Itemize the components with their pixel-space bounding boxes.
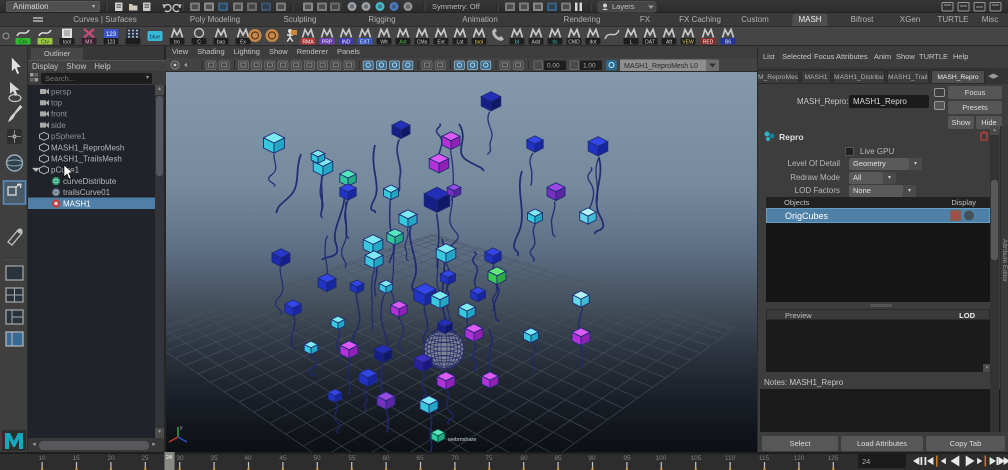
- svg-text:tls: tls: [553, 40, 559, 46]
- svg-text:90: 90: [588, 455, 596, 462]
- svg-text:Crv: Crv: [19, 40, 27, 46]
- svg-text:30: 30: [176, 455, 184, 462]
- svg-text:front: front: [51, 110, 68, 119]
- svg-text:35: 35: [210, 455, 218, 462]
- svg-text:B6: B6: [725, 40, 731, 46]
- svg-text:100: 100: [656, 455, 667, 462]
- svg-text:L: L: [630, 40, 633, 46]
- svg-text:120: 120: [794, 455, 805, 462]
- svg-text:webmshare: webmshare: [447, 437, 476, 443]
- svg-text:50: 50: [313, 455, 321, 462]
- svg-text:115: 115: [759, 455, 770, 462]
- svg-text:40: 40: [244, 455, 252, 462]
- svg-text:bao: bao: [217, 40, 226, 46]
- svg-text:85: 85: [554, 455, 562, 462]
- svg-text:tool: tool: [475, 40, 483, 46]
- svg-text:tool: tool: [63, 40, 71, 46]
- svg-text:24: 24: [862, 457, 870, 466]
- svg-text:Wlt: Wlt: [380, 40, 388, 46]
- svg-text:VEW: VEW: [682, 40, 694, 46]
- svg-text:25: 25: [141, 455, 149, 462]
- svg-text:24: 24: [166, 455, 172, 461]
- svg-text:10: 10: [38, 455, 46, 462]
- svg-text:20: 20: [107, 455, 115, 462]
- svg-text:Ext: Ext: [437, 40, 445, 46]
- svg-text:blue: blue: [150, 35, 160, 41]
- svg-text:75: 75: [485, 455, 493, 462]
- svg-text:Symmetry: Off: Symmetry: Off: [432, 2, 481, 11]
- svg-text:bl: bl: [515, 40, 519, 46]
- svg-text:105: 105: [691, 455, 702, 462]
- svg-text:Ex: Ex: [240, 40, 246, 46]
- svg-text:123: 123: [107, 40, 116, 46]
- svg-text:0.00: 0.00: [547, 63, 560, 70]
- svg-text:Crv: Crv: [41, 40, 49, 46]
- svg-text:side: side: [51, 121, 66, 130]
- svg-text:dot: dot: [590, 40, 598, 46]
- svg-text:CMD: CMD: [568, 40, 580, 46]
- svg-text:Add: Add: [532, 40, 541, 46]
- svg-text:125: 125: [828, 455, 839, 462]
- svg-text:C: C: [197, 40, 201, 46]
- svg-text:60: 60: [382, 455, 390, 462]
- svg-text:RED: RED: [703, 40, 714, 46]
- svg-text:70: 70: [451, 455, 459, 462]
- svg-text:MASH1: MASH1: [63, 199, 91, 208]
- svg-text:top: top: [51, 99, 63, 108]
- svg-text:Layers: Layers: [612, 2, 635, 11]
- svg-text:RMA: RMA: [302, 40, 314, 46]
- svg-text:Lat: Lat: [457, 40, 465, 46]
- svg-text:65: 65: [416, 455, 424, 462]
- svg-text:45: 45: [279, 455, 287, 462]
- svg-text:55: 55: [348, 455, 356, 462]
- svg-text:80: 80: [520, 455, 528, 462]
- svg-text:tro: tro: [174, 40, 180, 46]
- svg-text:PRP: PRP: [322, 40, 333, 46]
- svg-text:CMa: CMa: [417, 40, 428, 46]
- svg-text:95: 95: [623, 455, 631, 462]
- svg-text:123: 123: [106, 32, 117, 38]
- svg-text:persp: persp: [51, 87, 72, 96]
- svg-text:MX: MX: [85, 40, 93, 46]
- svg-text:DAT: DAT: [645, 40, 655, 46]
- svg-text:Axt: Axt: [399, 40, 407, 46]
- svg-text:MASH1_ReproMesh: MASH1_ReproMesh: [51, 143, 124, 152]
- svg-text:MASH1_ReproMesh L0: MASH1_ReproMesh L0: [624, 63, 698, 70]
- svg-text:15: 15: [72, 455, 80, 462]
- svg-text:trailsCurve01: trailsCurve01: [63, 188, 111, 197]
- svg-text:MASH1_TrailsMesh: MASH1_TrailsMesh: [51, 155, 122, 164]
- svg-text:pSphere1: pSphere1: [51, 132, 86, 141]
- svg-text:Aft: Aft: [666, 40, 673, 46]
- svg-text:110: 110: [725, 455, 736, 462]
- svg-text:EXT: EXT: [360, 40, 370, 46]
- svg-text:IND: IND: [342, 40, 351, 46]
- svg-text:1.00: 1.00: [583, 63, 596, 70]
